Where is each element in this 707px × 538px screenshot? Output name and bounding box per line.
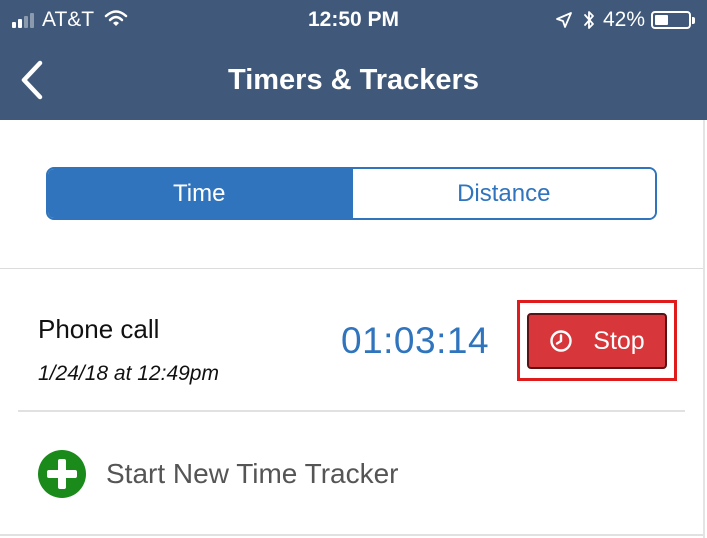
battery-icon — [651, 11, 691, 29]
app-header: AT&T 12:50 PM 42% Timers & Trackers — [0, 0, 707, 120]
bottom-divider — [0, 534, 703, 536]
plus-circle-icon — [36, 448, 88, 500]
section-divider — [0, 268, 703, 269]
status-right: 42% — [555, 6, 695, 34]
stop-button-label: Stop — [593, 326, 645, 355]
clock-icon — [549, 329, 573, 353]
row-divider — [18, 410, 685, 412]
location-arrow-icon — [555, 11, 573, 29]
status-bar: AT&T 12:50 PM 42% — [0, 0, 707, 40]
tracker-date: 1/24/18 at 12:49pm — [38, 362, 219, 385]
start-new-tracker-label: Start New Time Tracker — [106, 458, 399, 489]
tracker-name: Phone call — [38, 314, 160, 344]
battery-percent: 42% — [602, 8, 645, 31]
tracker-elapsed-time: 01:03:14 — [341, 320, 490, 361]
page-title: Timers & Trackers — [228, 64, 479, 96]
segment-distance[interactable]: Distance — [350, 169, 655, 218]
segment-time[interactable]: Time — [48, 169, 351, 218]
nav-bar: Timers & Trackers — [0, 40, 707, 120]
bluetooth-icon — [583, 10, 595, 30]
segmented-control: Time Distance — [46, 167, 657, 220]
start-new-tracker-button[interactable]: Start New Time Tracker — [36, 448, 399, 500]
right-edge-border — [703, 120, 705, 538]
battery-cap — [692, 16, 695, 24]
stop-button[interactable]: Stop — [527, 313, 667, 369]
battery-fill — [655, 15, 668, 25]
